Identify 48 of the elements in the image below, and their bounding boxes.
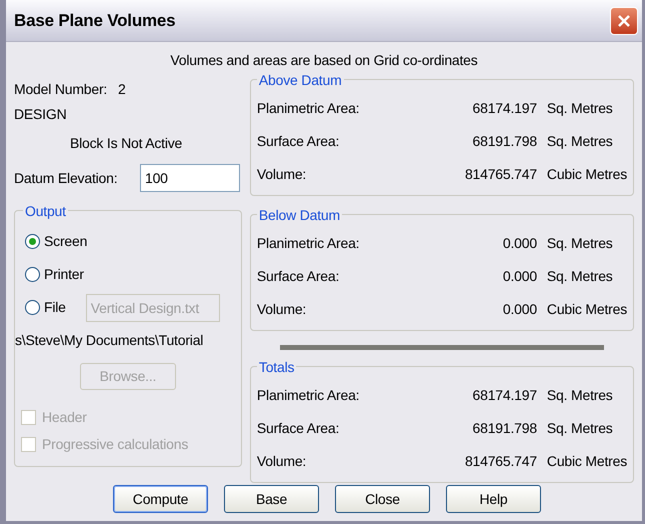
row-label: Surface Area: <box>256 419 340 438</box>
row-label: Planimetric Area: <box>256 99 360 118</box>
row-value: 0.000 <box>502 234 537 253</box>
row-unit: Sq. Metres <box>546 99 613 118</box>
row-unit: Cubic Metres <box>546 300 627 319</box>
row-label: Volume: <box>256 165 308 184</box>
dialog-button[interactable]: Base <box>224 485 319 513</box>
radio-button[interactable] <box>25 267 40 282</box>
note-text: Volumes and areas are based on Grid co-ordinates <box>169 51 479 70</box>
row-value: 68191.798 <box>472 132 537 151</box>
row-value: 0.000 <box>502 267 537 286</box>
row-unit: Cubic Metres <box>546 452 627 471</box>
radio-option[interactable]: File <box>25 297 66 318</box>
row-unit: Sq. Metres <box>546 419 613 438</box>
model-number-label: Model Number: <box>14 80 108 99</box>
row-label: Planimetric Area: <box>256 234 360 253</box>
dialog-button[interactable]: Compute <box>113 485 208 513</box>
row-unit: Sq. Metres <box>546 234 613 253</box>
row-value: 0.000 <box>502 300 537 319</box>
radio-button[interactable] <box>25 234 40 249</box>
radio-option[interactable]: Screen <box>25 231 88 252</box>
row-unit: Sq. Metres <box>546 386 613 405</box>
radio-button[interactable] <box>25 300 40 315</box>
model-number-value: 2 <box>118 80 126 99</box>
row-unit: Cubic Metres <box>546 165 627 184</box>
close-button[interactable] <box>610 6 638 34</box>
block-status: Block Is Not Active <box>70 134 184 153</box>
row-label: Surface Area: <box>256 267 340 286</box>
window-title: Base Plane Volumes <box>14 10 176 32</box>
row-label: Volume: <box>256 300 308 319</box>
row-unit: Sq. Metres <box>546 267 613 286</box>
dialog-button[interactable]: Close <box>335 485 430 513</box>
close-icon <box>616 12 632 28</box>
row-label: Volume: <box>256 452 308 471</box>
dialog-button[interactable]: Help <box>446 485 541 513</box>
row-value: 814765.747 <box>464 452 537 471</box>
model-name: DESIGN <box>14 105 68 124</box>
row-value: 68174.197 <box>472 386 537 405</box>
row-label: Surface Area: <box>256 132 340 151</box>
datum-elevation-label: Datum Elevation: <box>14 168 118 188</box>
row-value: 68191.798 <box>472 419 537 438</box>
row-value: 814765.747 <box>464 165 537 184</box>
radio-option[interactable]: Printer <box>25 264 84 285</box>
path-text: s\Steve\My Documents\Tutorial <box>15 331 204 350</box>
row-value: 68174.197 <box>472 99 537 118</box>
row-unit: Sq. Metres <box>546 132 613 151</box>
datum-elevation-field[interactable]: 100 <box>140 164 240 192</box>
row-label: Planimetric Area: <box>256 386 360 405</box>
